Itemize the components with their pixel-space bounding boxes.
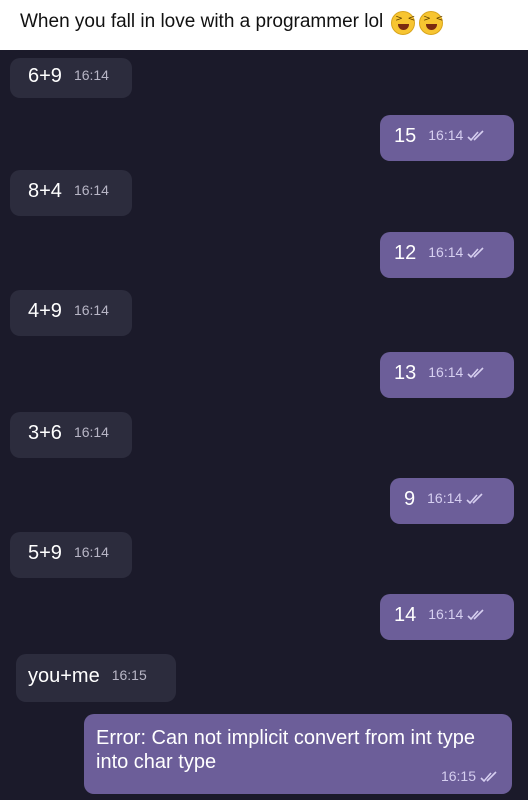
double-check-icon	[480, 771, 497, 783]
caption-text: When you fall in love with a programmer …	[20, 11, 384, 32]
incoming-message[interactable]: 5+9 16:14	[10, 532, 132, 578]
message-time: 16:15	[111, 667, 147, 683]
message-text: 8+4	[28, 180, 62, 202]
outgoing-message[interactable]: 14 16:14	[380, 594, 514, 640]
message-text: 13	[394, 362, 417, 384]
outgoing-message[interactable]: 13 16:14	[380, 352, 514, 398]
incoming-message[interactable]: 3+6 16:14	[10, 412, 132, 458]
double-check-icon	[467, 609, 484, 621]
incoming-message[interactable]: 8+4 16:14	[10, 170, 132, 216]
message-time: 16:14	[428, 606, 464, 622]
message-text: 15	[394, 125, 417, 147]
laughing-face-icon	[391, 11, 416, 35]
message-text: 6+9	[28, 65, 62, 87]
message-text: 9	[404, 488, 416, 510]
message-time: 16:14	[73, 67, 109, 83]
message-text: 14	[394, 604, 417, 626]
outgoing-message[interactable]: 9 16:14	[390, 478, 514, 524]
message-time: 16:14	[428, 364, 464, 380]
message-text: Error: Can not implicit convert from int…	[96, 727, 476, 773]
message-text: 5+9	[28, 542, 62, 564]
outgoing-message[interactable]: 12 16:14	[380, 232, 514, 278]
message-time: 16:14	[428, 127, 464, 143]
message-time: 16:14	[73, 544, 109, 560]
message-time: 16:15	[440, 768, 476, 784]
message-time: 16:14	[428, 244, 464, 260]
incoming-message[interactable]: 6+9 16:14	[10, 58, 132, 98]
message-text: 3+6	[28, 422, 62, 444]
message-time: 16:14	[73, 424, 109, 440]
incoming-message[interactable]: you+me 16:15	[16, 654, 176, 702]
double-check-icon	[467, 130, 484, 142]
double-check-icon	[467, 247, 484, 259]
laughing-face-icon	[419, 11, 444, 35]
incoming-message[interactable]: 4+9 16:14	[10, 290, 132, 336]
message-time: 16:14	[73, 302, 109, 318]
outgoing-message[interactable]: Error: Can not implicit convert from int…	[84, 714, 512, 794]
double-check-icon	[467, 367, 484, 379]
outgoing-message[interactable]: 15 16:14	[380, 115, 514, 161]
message-text: 12	[394, 242, 417, 264]
message-time: 16:14	[427, 490, 463, 506]
chat-screenshot: 6+9 16:14 15 16:14 8+4 16:14 12 16:14 4+…	[0, 50, 528, 800]
message-text: you+me	[28, 665, 100, 687]
message-text: 4+9	[28, 300, 62, 322]
double-check-icon	[466, 493, 483, 505]
message-time: 16:14	[73, 182, 109, 198]
post-caption: When you fall in love with a programmer …	[0, 0, 528, 50]
